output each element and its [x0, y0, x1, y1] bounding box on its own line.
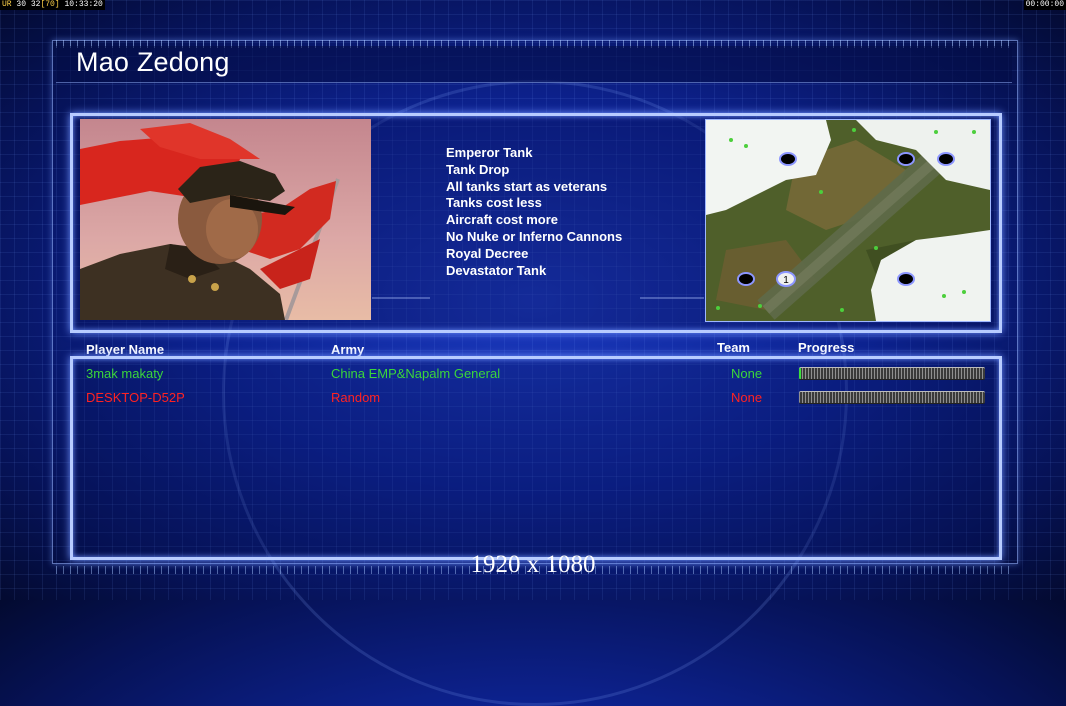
player-army: Random	[331, 390, 381, 405]
feature-item: All tanks start as veterans	[446, 178, 608, 194]
player-army: China EMP&Napalm General	[331, 366, 501, 381]
feature-item: Tank Drop	[446, 161, 510, 177]
player-name: DESKTOP-D52P	[86, 390, 185, 405]
general-name: Mao Zedong	[76, 47, 230, 77]
general-portrait	[80, 119, 371, 320]
player-team: None	[731, 366, 763, 381]
player-progress-bar	[799, 367, 985, 380]
header-player-name: Player Name	[86, 342, 165, 357]
start-marker-label: 1	[783, 275, 789, 286]
hud-status-right: 00:00:00	[1023, 0, 1066, 10]
player-progress-bar	[799, 391, 985, 404]
header-team: Team	[717, 340, 750, 355]
header-army: Army	[331, 342, 365, 357]
general-features-list: Emperor Tank Tank Drop All tanks start a…	[446, 145, 622, 279]
player-name: 3mak makaty	[86, 366, 164, 381]
feature-item: Tanks cost less	[446, 195, 542, 211]
map-preview: 1	[705, 119, 991, 322]
hud-timer: 00:00:00	[1025, 0, 1064, 9]
feature-item: Emperor Tank	[446, 145, 533, 160]
player-team: None	[731, 390, 763, 405]
hud-status-left: UR 30 32[70] 10:33:20	[0, 0, 105, 10]
map-image: 1	[706, 120, 990, 321]
divider-line	[372, 297, 430, 299]
hud-values: 30 32	[16, 0, 41, 9]
feature-item: No Nuke or Inferno Cannons	[446, 228, 623, 244]
hud-bracket: [70]	[40, 0, 60, 9]
feature-item: Aircraft cost more	[446, 212, 558, 228]
hud-clock: 10:33:20	[64, 0, 103, 9]
portrait-image	[80, 119, 371, 320]
progress-fill	[799, 368, 801, 379]
resolution-label: 1920 x 1080	[470, 551, 596, 578]
feature-item: Royal Decree	[446, 245, 529, 261]
feature-item: Devastator Tank	[446, 262, 547, 278]
players-panel	[70, 356, 1002, 560]
header-progress: Progress	[798, 340, 855, 355]
divider-line	[640, 297, 704, 299]
hud-prefix: UR	[2, 0, 12, 9]
